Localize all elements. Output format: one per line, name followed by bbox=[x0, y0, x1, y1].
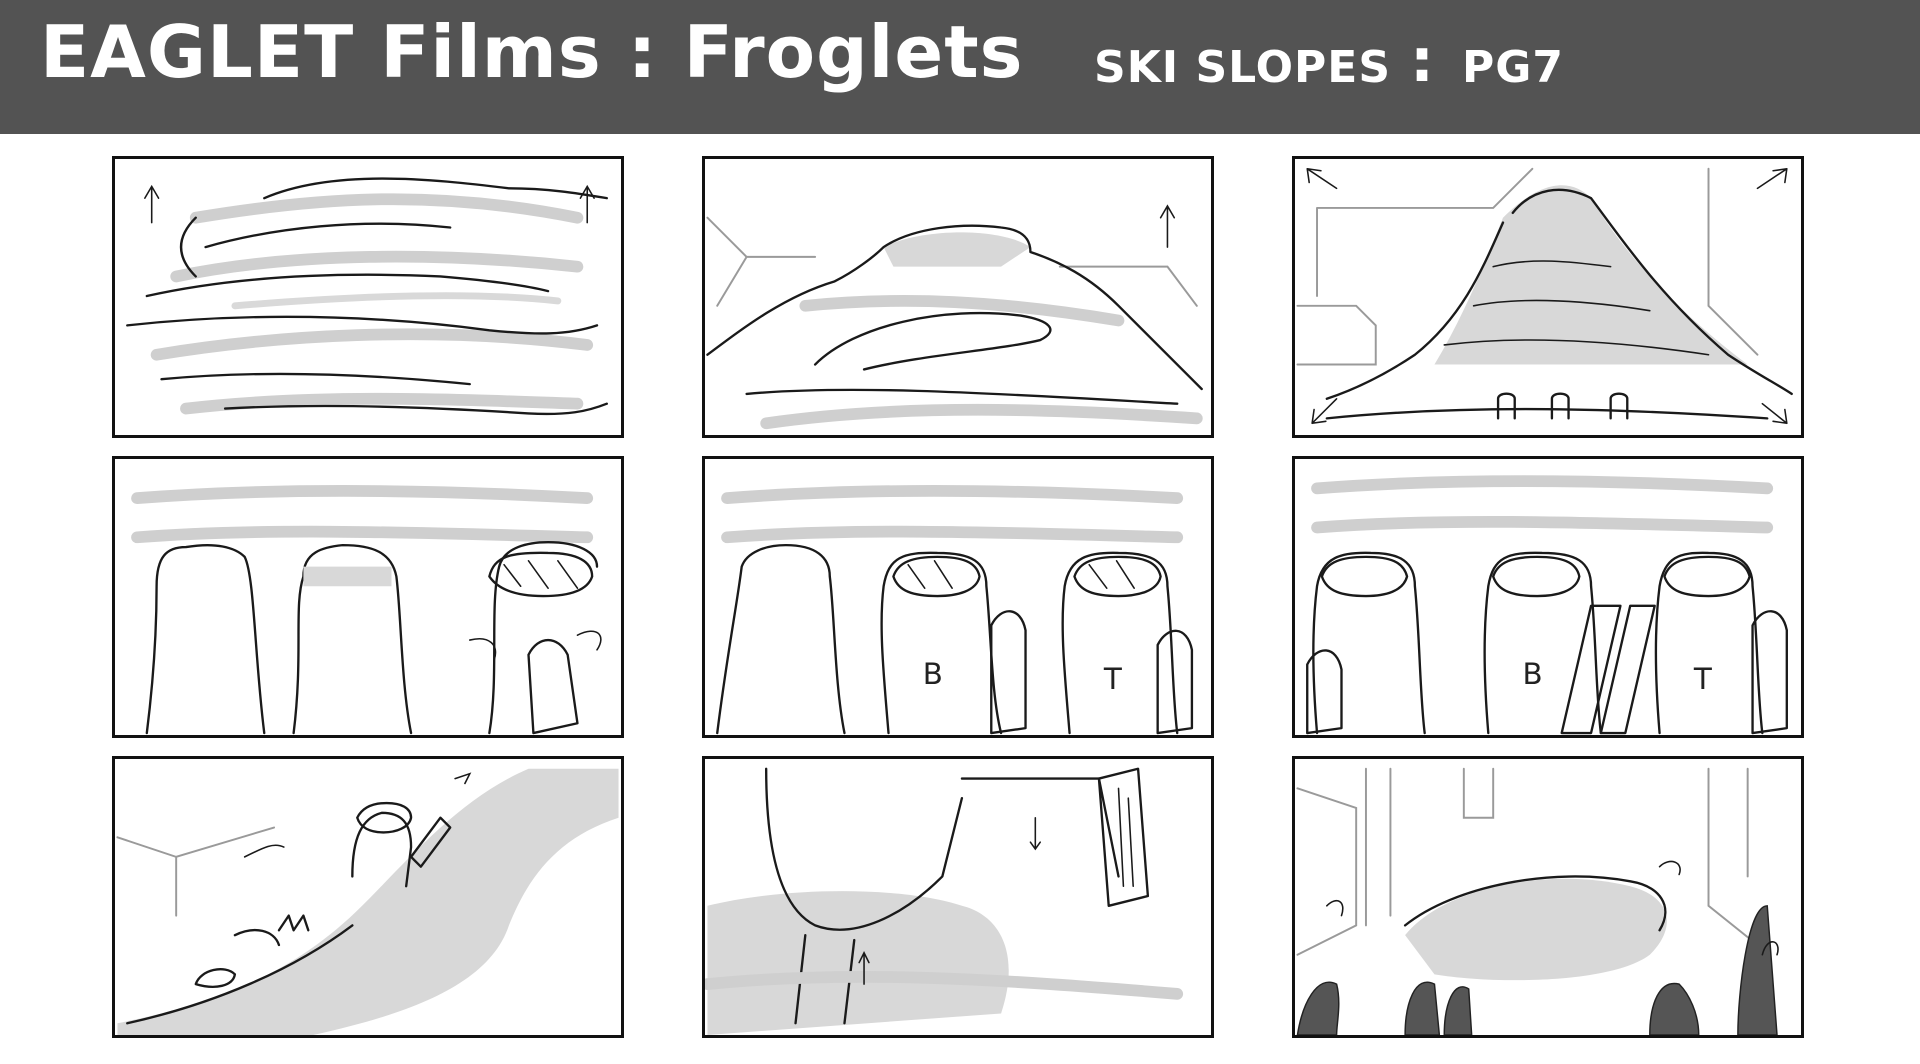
header-bar: EAGLET Films : Froglets SKI SLOPES : PG7 bbox=[0, 0, 1920, 134]
storyboard-panel-4 bbox=[112, 456, 624, 738]
storyboard-panel-3 bbox=[1292, 156, 1804, 438]
tiny-froglets bbox=[1496, 392, 1629, 420]
panel-5-sketch: B T bbox=[716, 484, 1194, 735]
page-title: EAGLET Films : Froglets bbox=[40, 10, 1024, 94]
panel-2-sketch bbox=[706, 204, 1203, 430]
panel-1-sketch bbox=[126, 177, 608, 416]
shirt-letter-t: T bbox=[1693, 662, 1713, 696]
page-number: PG7 bbox=[1462, 42, 1564, 93]
panel-8-sketch bbox=[705, 767, 1184, 1035]
panel-4-sketch bbox=[131, 484, 602, 735]
storyboard-panel-6: B T bbox=[1292, 456, 1804, 738]
storyboard-panel-5: B T bbox=[702, 456, 1214, 738]
shirt-letter-b: B bbox=[923, 657, 943, 691]
panel-6-sketch: B T bbox=[1306, 475, 1788, 735]
storyboard-panel-1 bbox=[112, 156, 624, 438]
scene-page-separator: : bbox=[1410, 26, 1434, 96]
scene-label: SKI SLOPES bbox=[1094, 42, 1392, 93]
storyboard-panel-2 bbox=[702, 156, 1214, 438]
shirt-letter-b: B bbox=[1523, 657, 1543, 691]
panel-7-sketch bbox=[116, 768, 619, 1035]
storyboard-panel-9 bbox=[1292, 756, 1804, 1038]
panel-3-sketch bbox=[1296, 167, 1793, 425]
panel-9-sketch bbox=[1296, 767, 1779, 1035]
shirt-letter-t: T bbox=[1103, 662, 1123, 696]
storyboard-panel-7 bbox=[112, 756, 624, 1038]
storyboard-panel-8 bbox=[702, 756, 1214, 1038]
